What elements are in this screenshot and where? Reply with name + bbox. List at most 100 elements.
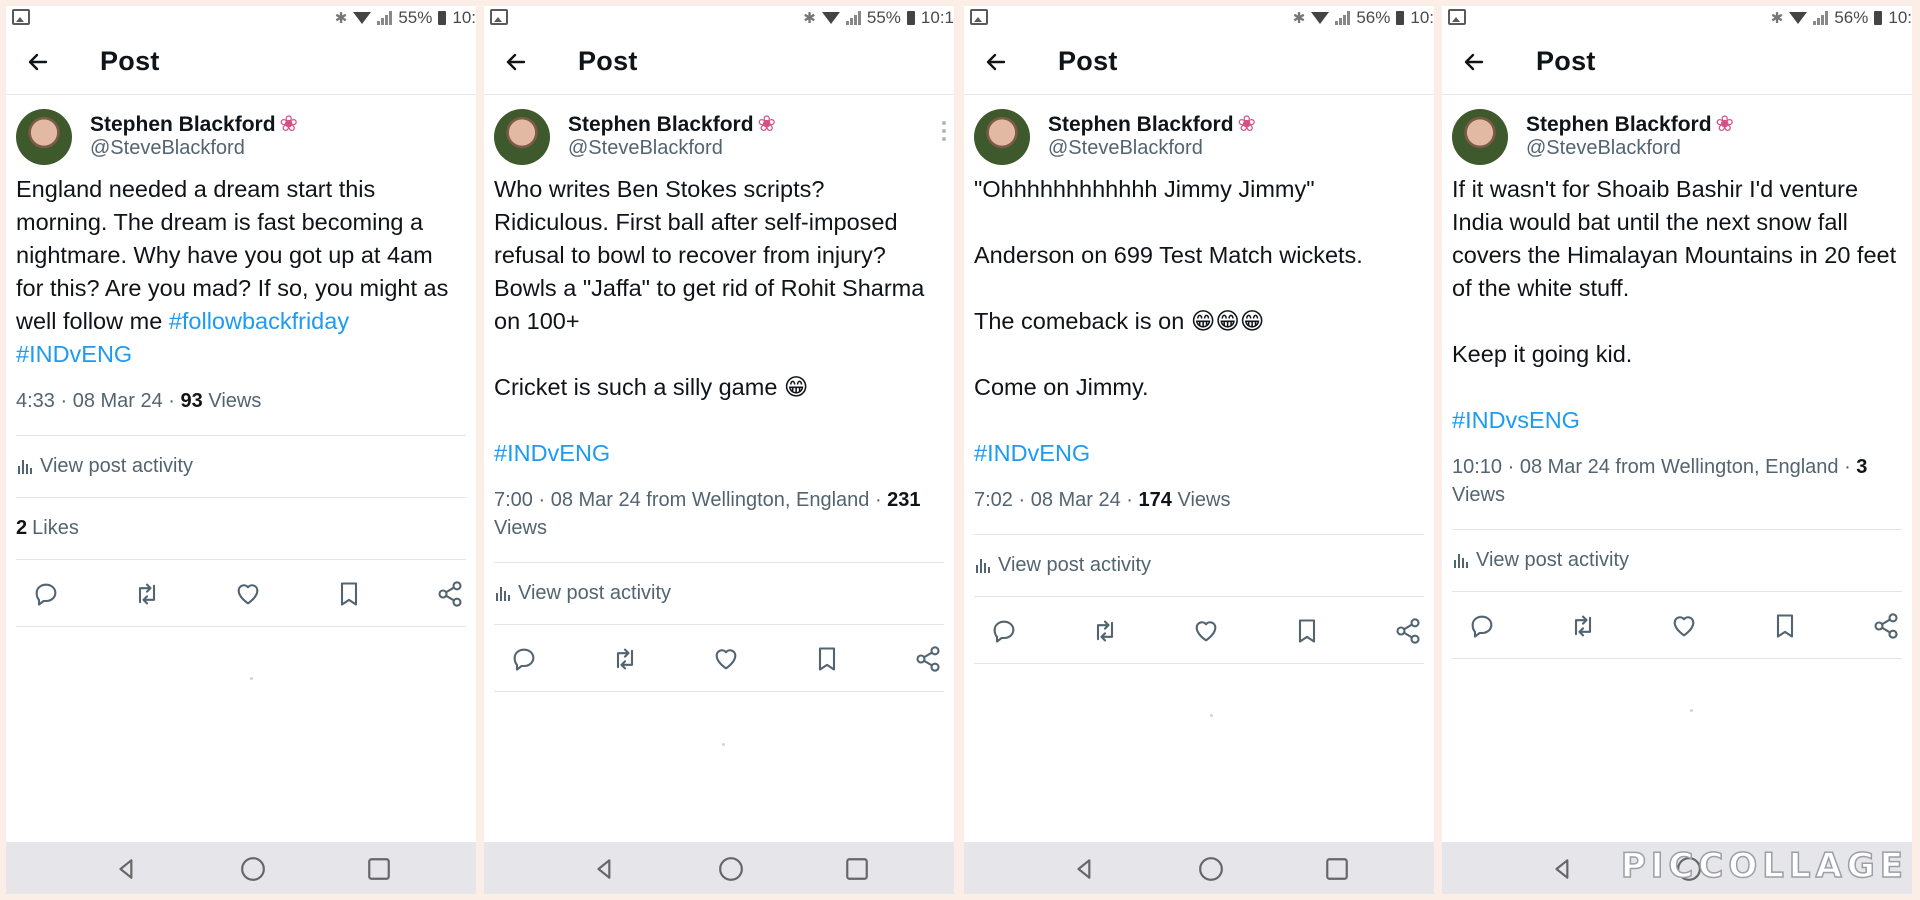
author-handle[interactable]: @SteveBlackford [568,137,723,160]
like-icon[interactable] [1192,617,1220,645]
like-icon[interactable] [712,645,740,673]
recents-nav-icon[interactable] [1324,856,1350,882]
author-header[interactable]: Stephen Blackford ❀ @SteveBlackford [484,95,954,173]
battery-icon [438,11,447,25]
recents-nav-icon[interactable] [844,856,870,882]
back-arrow-icon[interactable] [504,50,528,74]
post-meta: 7:00 · 08 Mar 24 from Wellington, Englan… [484,486,954,542]
bookmark-icon[interactable] [1293,617,1321,645]
clock: 10: [1888,8,1912,27]
action-bar [974,596,1424,664]
clock: 10: [452,8,476,27]
piccollage-watermark: PICCOLLAGE [1620,845,1908,887]
hashtags[interactable]: #INDvENG [494,440,610,466]
view-post-activity-button[interactable]: View post activity [494,562,944,624]
repost-icon[interactable] [611,645,639,673]
battery-percent: 55% [866,8,901,27]
author-handle[interactable]: @SteveBlackford [1526,137,1681,160]
signal-icon [1335,11,1351,25]
activity-label[interactable]: View post activity [1476,549,1629,572]
author-name-row[interactable]: Stephen Blackford ❀ [568,111,776,137]
author-header[interactable]: Stephen Blackford ❀ @SteveBlackford [964,95,1434,173]
view-post-activity-button[interactable]: View post activity [1452,529,1902,591]
author-name-row[interactable]: Stephen Blackford ❀ [1526,111,1734,137]
activity-label[interactable]: View post activity [40,455,193,478]
share-icon[interactable] [914,645,942,673]
recents-nav-icon[interactable] [366,856,392,882]
timestamp: 7:02 · 08 Mar 24 · [974,489,1139,511]
back-nav-icon[interactable] [592,856,618,882]
analytics-icon [18,459,32,474]
like-icon[interactable] [1670,612,1698,640]
home-nav-icon[interactable] [718,856,744,882]
flower-icon: ❀ [757,111,776,136]
loading-dot [250,677,253,680]
back-nav-icon[interactable] [1550,856,1576,882]
bluetooth-icon: ✱ [334,10,348,27]
hashtags[interactable]: #INDvsENG [1452,407,1580,433]
share-icon[interactable] [436,580,464,608]
repost-icon[interactable] [133,580,161,608]
view-count: 231 [887,489,921,511]
home-nav-icon[interactable] [1198,856,1224,882]
bookmark-icon[interactable] [1771,612,1799,640]
likes-label[interactable]: Likes [32,517,79,540]
author-name[interactable]: Stephen Blackford [568,113,754,136]
back-arrow-icon[interactable] [1462,50,1486,74]
reply-icon[interactable] [1468,612,1496,640]
likes-count[interactable]: 2 [16,517,27,540]
repost-icon[interactable] [1091,617,1119,645]
author-header[interactable]: Stephen Blackford ❀ @SteveBlackford [6,95,476,173]
author-name[interactable]: Stephen Blackford [1526,113,1712,136]
author-name-row[interactable]: Stephen Blackford ❀ [90,111,298,137]
back-nav-icon[interactable] [114,856,140,882]
home-nav-icon[interactable] [240,856,266,882]
share-icon[interactable] [1394,617,1422,645]
views-label: Views [202,390,262,412]
analytics-icon [1454,553,1468,568]
loading-dot [1210,714,1213,717]
wifi-icon [1789,12,1808,24]
status-bar: ✱ 56% 10: [964,6,1434,30]
back-arrow-icon[interactable] [26,50,50,74]
avatar[interactable] [16,109,72,165]
author-name[interactable]: Stephen Blackford [90,113,276,136]
bookmark-icon[interactable] [813,645,841,673]
reply-icon[interactable] [32,580,60,608]
action-bar [494,624,944,692]
reply-icon[interactable] [510,645,538,673]
author-handle[interactable]: @SteveBlackford [90,137,245,160]
signal-icon [845,11,861,25]
hashtags[interactable]: #INDvENG [974,440,1090,466]
author-handle[interactable]: @SteveBlackford [1048,137,1203,160]
like-icon[interactable] [234,580,262,608]
back-arrow-icon[interactable] [984,50,1008,74]
author-name-row[interactable]: Stephen Blackford ❀ [1048,111,1256,137]
page-title: Post [1058,46,1118,76]
bluetooth-icon: ✱ [1292,10,1306,27]
avatar[interactable] [974,109,1030,165]
views-label: Views [1452,484,1505,506]
likes-row[interactable]: 2 Likes [16,497,466,559]
bluetooth-icon: ✱ [803,10,816,27]
reply-icon[interactable] [990,617,1018,645]
more-options-icon[interactable] [942,121,946,141]
view-post-activity-button[interactable]: View post activity [974,534,1424,596]
post-text: If it wasn't for Shoaib Bashir I'd ventu… [1442,173,1912,437]
author-name[interactable]: Stephen Blackford [1048,113,1234,136]
activity-label[interactable]: View post activity [998,554,1151,577]
share-icon[interactable] [1872,612,1900,640]
back-nav-icon[interactable] [1072,856,1098,882]
view-count: 174 [1138,489,1172,511]
avatar[interactable] [1452,109,1508,165]
author-header[interactable]: Stephen Blackford ❀ @SteveBlackford [1442,95,1912,173]
avatar[interactable] [494,109,550,165]
loading-dot [1690,709,1693,712]
repost-icon[interactable] [1569,612,1597,640]
wifi-icon [821,12,840,24]
activity-label[interactable]: View post activity [518,582,671,605]
bookmark-icon[interactable] [335,580,363,608]
post-text: England needed a dream start this mornin… [6,173,476,371]
view-post-activity-button[interactable]: View post activity [16,435,466,497]
flower-icon: ❀ [279,111,298,136]
